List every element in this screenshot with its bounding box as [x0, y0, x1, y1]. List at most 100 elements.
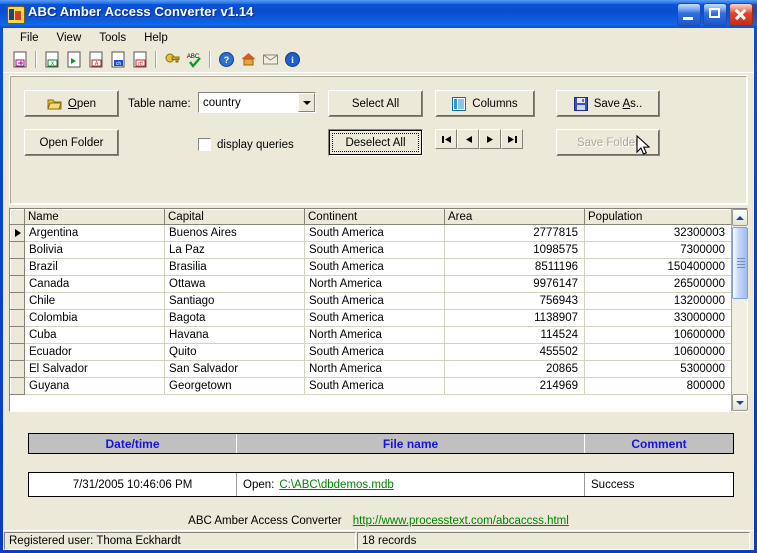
key-icon[interactable] [161, 49, 183, 70]
column-header-population[interactable]: Population [584, 209, 731, 225]
column-header-area[interactable]: Area [444, 209, 585, 225]
table-row[interactable]: Ecuador Quito South America 455502 10600… [10, 343, 731, 361]
menu-item-help[interactable]: Help [135, 30, 177, 46]
cell-continent[interactable]: South America [304, 241, 445, 259]
export-doc-icon[interactable] [63, 49, 85, 70]
cell-continent[interactable]: North America [304, 326, 445, 344]
export-chm-icon[interactable]: ch [107, 49, 129, 70]
cell-population[interactable]: 10600000 [584, 343, 731, 361]
table-row[interactable]: El Salvador San Salvador North America 2… [10, 360, 731, 378]
table-row[interactable]: Cuba Havana North America 114524 1060000… [10, 326, 731, 344]
cell-continent[interactable]: North America [304, 275, 445, 293]
cell-population[interactable]: 10600000 [584, 326, 731, 344]
column-header-capital[interactable]: Capital [164, 209, 305, 225]
cell-capital[interactable]: Buenos Aires [164, 224, 305, 242]
chevron-down-icon[interactable] [298, 93, 315, 112]
cell-area[interactable]: 455502 [444, 343, 585, 361]
maximize-button[interactable] [703, 3, 727, 26]
open-folder-button[interactable]: Open Folder [24, 129, 119, 156]
cell-population[interactable]: 26500000 [584, 275, 731, 293]
table-row[interactable]: Guyana Georgetown South America 214969 8… [10, 377, 731, 395]
table-row[interactable]: Brazil Brasilia South America 8511196 15… [10, 258, 731, 276]
cell-name[interactable]: Bolivia [24, 241, 165, 259]
row-indicator[interactable] [10, 275, 25, 293]
table-row[interactable]: Canada Ottawa North America 9976147 2650… [10, 275, 731, 293]
close-button[interactable] [729, 3, 753, 26]
cell-capital[interactable]: Quito [164, 343, 305, 361]
minimize-button[interactable] [677, 3, 701, 26]
open-document-icon[interactable] [9, 49, 31, 70]
select-all-button[interactable]: Select All [328, 90, 423, 117]
cell-capital[interactable]: San Salvador [164, 360, 305, 378]
first-record-button[interactable] [435, 129, 457, 149]
help-icon[interactable]: ? [215, 49, 237, 70]
cell-continent[interactable]: South America [304, 292, 445, 310]
cell-capital[interactable]: Santiago [164, 292, 305, 310]
cell-continent[interactable]: South America [304, 224, 445, 242]
row-indicator[interactable] [10, 309, 25, 327]
column-header-continent[interactable]: Continent [304, 209, 445, 225]
cell-capital[interactable]: Ottawa [164, 275, 305, 293]
row-indicator[interactable] [10, 292, 25, 310]
cell-capital[interactable]: Georgetown [164, 377, 305, 395]
row-indicator[interactable] [10, 241, 25, 259]
scroll-up-arrow-icon[interactable] [732, 209, 748, 226]
export-rtf-icon[interactable]: rtf [129, 49, 151, 70]
table-row[interactable]: Argentina Buenos Aires South America 277… [10, 224, 731, 242]
data-grid[interactable]: Name Capital Continent Area Population A… [9, 208, 748, 412]
cell-name[interactable]: Cuba [24, 326, 165, 344]
cell-name[interactable]: Brazil [24, 258, 165, 276]
display-queries-checkbox-box[interactable] [198, 138, 211, 151]
cell-name[interactable]: Chile [24, 292, 165, 310]
cell-name[interactable]: Argentina [24, 224, 165, 242]
cell-population[interactable]: 5300000 [584, 360, 731, 378]
cell-capital[interactable]: La Paz [164, 241, 305, 259]
log-entry-file-link[interactable]: C:\ABC\dbdemos.mdb [279, 479, 393, 491]
cell-area[interactable]: 8511196 [444, 258, 585, 276]
cell-name[interactable]: Colombia [24, 309, 165, 327]
home-icon[interactable] [237, 49, 259, 70]
table-row[interactable]: Colombia Bagota South America 1138907 33… [10, 309, 731, 327]
cell-continent[interactable]: North America [304, 360, 445, 378]
display-queries-checkbox[interactable]: display queries [198, 138, 294, 151]
about-info-icon[interactable]: i [281, 49, 303, 70]
cell-area[interactable]: 2777815 [444, 224, 585, 242]
cell-capital[interactable]: Havana [164, 326, 305, 344]
cell-name[interactable]: Guyana [24, 377, 165, 395]
cell-area[interactable]: 1098575 [444, 241, 585, 259]
cell-capital[interactable]: Bagota [164, 309, 305, 327]
deselect-all-button[interactable]: Deselect All [328, 129, 423, 156]
last-record-button[interactable] [501, 129, 523, 149]
cell-area[interactable]: 9976147 [444, 275, 585, 293]
row-indicator[interactable] [10, 326, 25, 344]
mail-icon[interactable] [259, 49, 281, 70]
export-pdf-icon[interactable]: A [85, 49, 107, 70]
grid-vertical-scrollbar[interactable] [731, 209, 748, 411]
cell-population[interactable]: 800000 [584, 377, 731, 395]
cell-continent[interactable]: South America [304, 377, 445, 395]
footer-website-link[interactable]: http://www.processtext.com/abcaccss.html [353, 515, 569, 527]
cell-continent[interactable]: South America [304, 343, 445, 361]
cell-population[interactable]: 33000000 [584, 309, 731, 327]
row-indicator[interactable] [10, 343, 25, 361]
next-record-button[interactable] [479, 129, 501, 149]
cell-area[interactable]: 1138907 [444, 309, 585, 327]
cell-continent[interactable]: South America [304, 258, 445, 276]
export-excel-icon[interactable]: x [41, 49, 63, 70]
row-indicator[interactable] [10, 258, 25, 276]
menu-item-file[interactable]: File [11, 30, 48, 46]
cell-name[interactable]: Canada [24, 275, 165, 293]
row-indicator-current[interactable] [10, 224, 25, 242]
cell-area[interactable]: 214969 [444, 377, 585, 395]
spellcheck-abc-icon[interactable]: ABC [183, 49, 205, 70]
cell-population[interactable]: 150400000 [584, 258, 731, 276]
table-name-combobox[interactable]: country [198, 92, 316, 113]
table-row[interactable]: Bolivia La Paz South America 1098575 730… [10, 241, 731, 259]
cell-area[interactable]: 20865 [444, 360, 585, 378]
cell-area[interactable]: 114524 [444, 326, 585, 344]
table-row[interactable]: Chile Santiago South America 756943 1320… [10, 292, 731, 310]
columns-button[interactable]: Columns [435, 90, 535, 117]
cell-population[interactable]: 13200000 [584, 292, 731, 310]
menu-item-tools[interactable]: Tools [90, 30, 135, 46]
cell-continent[interactable]: South America [304, 309, 445, 327]
